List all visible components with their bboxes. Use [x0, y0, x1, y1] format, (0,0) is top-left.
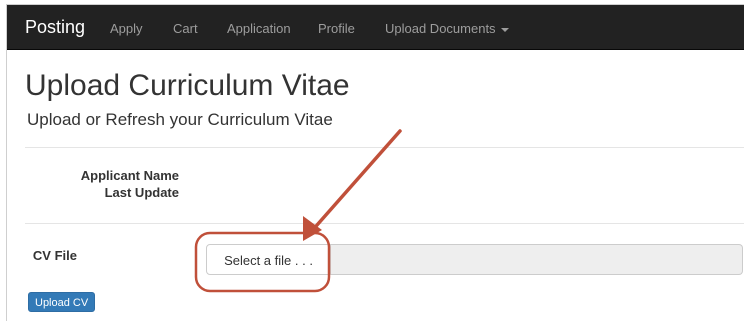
- nav-item-upload-documents[interactable]: Upload Documents: [385, 21, 509, 37]
- cv-file-label: CV File: [32, 248, 77, 263]
- cv-file-name-field[interactable]: [331, 244, 743, 275]
- nav-item-profile[interactable]: Profile: [318, 21, 355, 37]
- navbar: Posting Apply Cart Application Profile U…: [7, 5, 744, 50]
- caret-down-icon: [500, 27, 509, 32]
- nav-item-application[interactable]: Application: [227, 21, 291, 37]
- app-frame: Posting Apply Cart Application Profile U…: [6, 4, 744, 321]
- last-update-label: Last Update: [104, 185, 179, 200]
- brand-link[interactable]: Posting: [25, 17, 85, 37]
- page-title: Upload Curriculum Vitae: [25, 69, 350, 102]
- applicant-name-label: Applicant Name: [80, 168, 179, 183]
- divider: [25, 147, 744, 148]
- cv-file-input-group: Select a file . . .: [206, 244, 743, 277]
- nav-item-cart[interactable]: Cart: [173, 21, 198, 37]
- select-file-button[interactable]: Select a file . . .: [206, 244, 331, 275]
- divider: [25, 223, 744, 224]
- upload-cv-button[interactable]: Upload CV: [28, 292, 96, 312]
- page-subtitle: Upload or Refresh your Curriculum Vitae: [27, 110, 333, 129]
- nav-item-apply[interactable]: Apply: [110, 21, 143, 37]
- nav-item-upload-documents-label: Upload Documents: [385, 21, 496, 36]
